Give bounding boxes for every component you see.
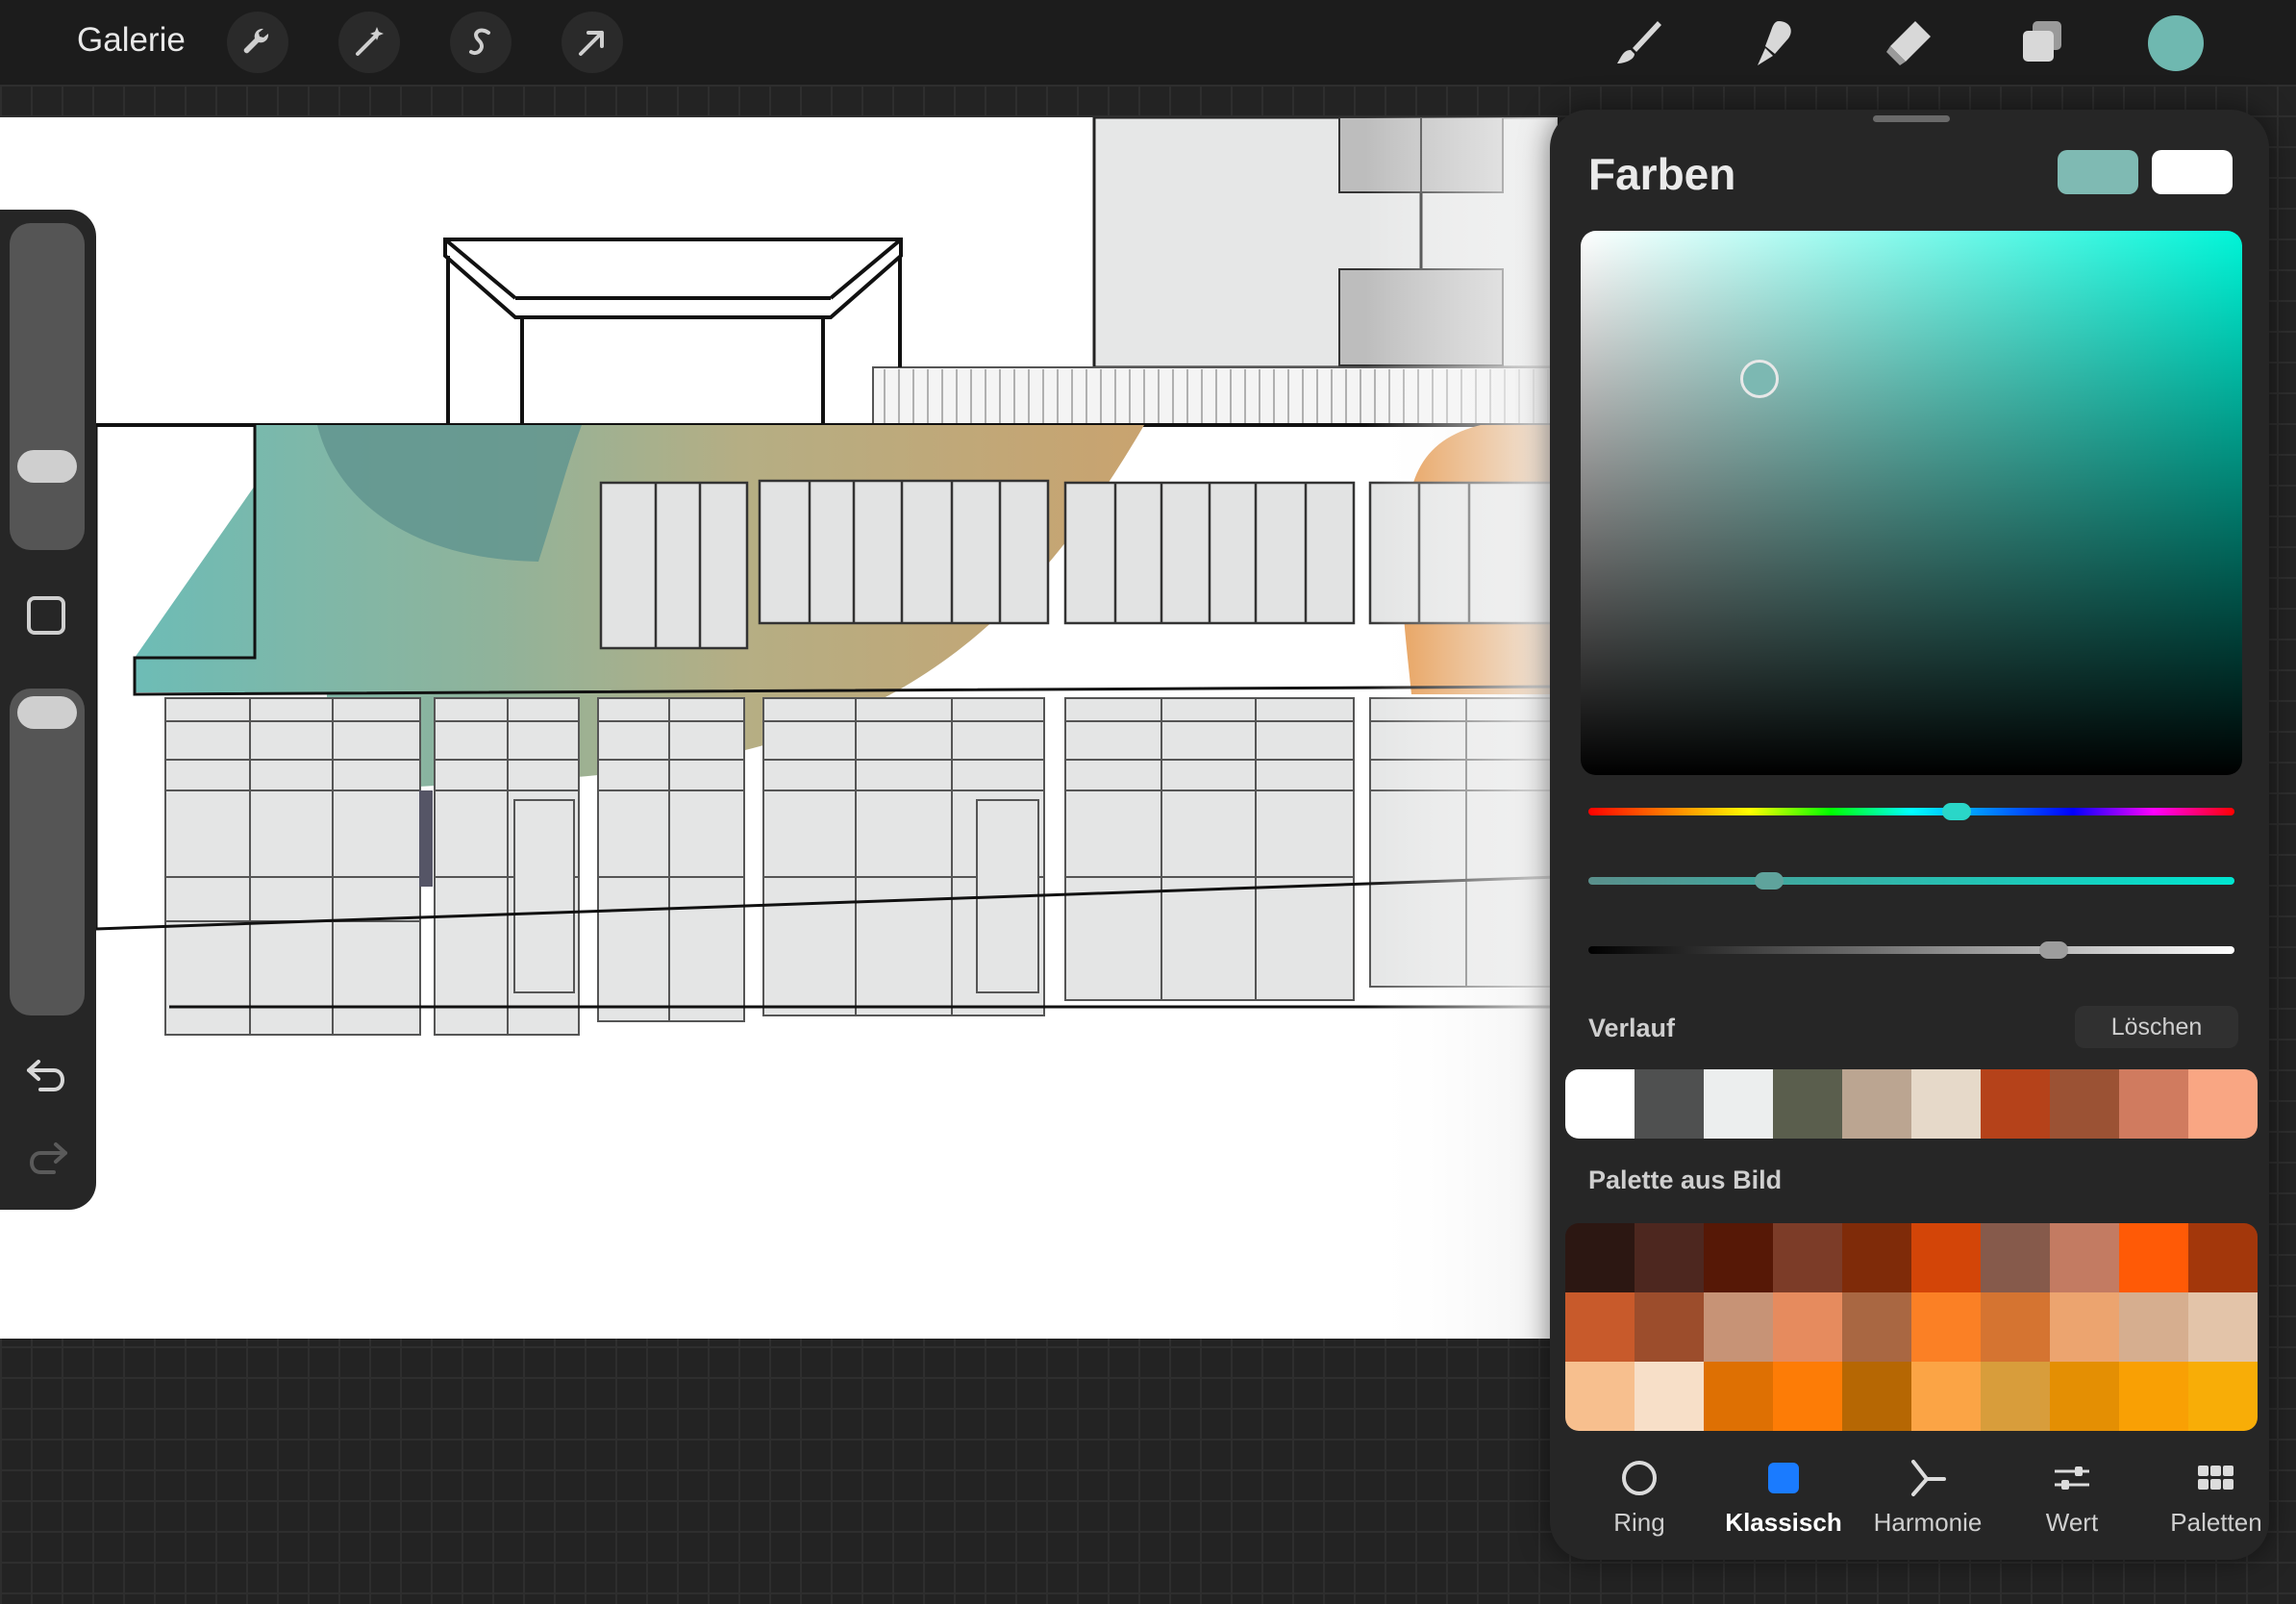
tab-value-label: Wert bbox=[2045, 1508, 2099, 1537]
palette-swatch[interactable] bbox=[1911, 1223, 1981, 1292]
palette-swatch[interactable] bbox=[1565, 1292, 1635, 1362]
tab-palettes[interactable]: Paletten bbox=[2144, 1456, 2288, 1552]
palette-swatch[interactable] bbox=[1981, 1362, 2050, 1431]
hue-slider[interactable] bbox=[1588, 808, 2234, 815]
tab-classic-label: Klassisch bbox=[1725, 1508, 1842, 1537]
current-color-swatch[interactable] bbox=[2058, 150, 2138, 194]
history-swatches bbox=[1565, 1069, 2258, 1139]
tab-harmony[interactable]: Harmonie bbox=[1856, 1456, 2000, 1552]
drawing-canvas[interactable] bbox=[0, 117, 1558, 1339]
history-swatch[interactable] bbox=[2050, 1069, 2119, 1139]
history-label: Verlauf bbox=[1588, 1014, 1676, 1042]
palette-swatch[interactable] bbox=[2050, 1362, 2119, 1431]
previous-color-swatch[interactable] bbox=[2152, 150, 2233, 194]
brush-icon[interactable] bbox=[1608, 12, 1669, 73]
history-swatch[interactable] bbox=[1842, 1069, 1911, 1139]
clear-history-button[interactable]: Löschen bbox=[2075, 1006, 2238, 1048]
top-toolbar: Galerie bbox=[0, 0, 2296, 85]
tab-palettes-label: Paletten bbox=[2170, 1508, 2262, 1537]
palette-swatch[interactable] bbox=[2119, 1292, 2188, 1362]
palette-swatch[interactable] bbox=[1565, 1362, 1635, 1431]
brightness-slider[interactable] bbox=[1588, 946, 2234, 954]
history-swatch[interactable] bbox=[2188, 1069, 2258, 1139]
panel-grabber[interactable] bbox=[1873, 115, 1950, 122]
history-swatch[interactable] bbox=[1704, 1069, 1773, 1139]
history-swatch[interactable] bbox=[1565, 1069, 1635, 1139]
history-swatch[interactable] bbox=[1635, 1069, 1704, 1139]
tab-harmony-label: Harmonie bbox=[1873, 1508, 1983, 1537]
history-swatch[interactable] bbox=[1911, 1069, 1981, 1139]
opacity-slider[interactable] bbox=[10, 689, 85, 1015]
history-swatch[interactable] bbox=[1773, 1069, 1842, 1139]
history-swatch[interactable] bbox=[1981, 1069, 2050, 1139]
undo-icon[interactable] bbox=[25, 1056, 69, 1099]
palette-swatch[interactable] bbox=[2188, 1362, 2258, 1431]
tab-ring-label: Ring bbox=[1613, 1508, 1665, 1537]
palette-swatch[interactable] bbox=[1635, 1223, 1704, 1292]
tab-ring[interactable]: Ring bbox=[1567, 1456, 1711, 1552]
value-sliders-icon bbox=[2050, 1456, 2094, 1500]
palette-swatches bbox=[1565, 1223, 2258, 1431]
palette-swatch[interactable] bbox=[1773, 1292, 1842, 1362]
smudge-icon[interactable] bbox=[1742, 12, 1804, 73]
saturation-slider[interactable] bbox=[1588, 877, 2234, 885]
palette-swatch[interactable] bbox=[1704, 1223, 1773, 1292]
palette-swatch[interactable] bbox=[1565, 1223, 1635, 1292]
palette-swatch[interactable] bbox=[1842, 1362, 1911, 1431]
colors-panel: Farben Verlauf Löschen Palette aus Bild … bbox=[1550, 110, 2269, 1560]
tab-classic[interactable]: Klassisch bbox=[1711, 1456, 1856, 1552]
palette-swatch[interactable] bbox=[2050, 1223, 2119, 1292]
redo-icon[interactable] bbox=[25, 1139, 69, 1182]
modify-square-button[interactable] bbox=[27, 596, 65, 635]
harmony-icon bbox=[1906, 1456, 1950, 1500]
palette-swatch[interactable] bbox=[2119, 1362, 2188, 1431]
transform-arrow-icon[interactable] bbox=[562, 12, 623, 73]
palette-swatch[interactable] bbox=[1911, 1362, 1981, 1431]
palette-swatch[interactable] bbox=[2188, 1292, 2258, 1362]
palette-swatch[interactable] bbox=[2119, 1223, 2188, 1292]
palettes-grid-icon bbox=[2194, 1456, 2238, 1500]
classic-square-icon bbox=[1761, 1456, 1806, 1500]
left-sidebar bbox=[0, 210, 96, 1210]
palette-swatch[interactable] bbox=[1704, 1362, 1773, 1431]
wrench-icon[interactable] bbox=[227, 12, 288, 73]
building-elevation-artwork bbox=[94, 117, 1558, 1339]
palette-swatch[interactable] bbox=[2188, 1223, 2258, 1292]
palette-swatch[interactable] bbox=[2050, 1292, 2119, 1362]
tab-value[interactable]: Wert bbox=[2000, 1456, 2144, 1552]
palette-swatch[interactable] bbox=[1635, 1362, 1704, 1431]
panel-title: Farben bbox=[1588, 149, 1736, 199]
palette-swatch[interactable] bbox=[1911, 1292, 1981, 1362]
brightness-slider-thumb[interactable] bbox=[2038, 941, 2068, 959]
eraser-icon[interactable] bbox=[1877, 12, 1938, 73]
gallery-button[interactable]: Galerie bbox=[77, 21, 186, 60]
selection-s-icon[interactable] bbox=[450, 12, 512, 73]
color-picker-button[interactable] bbox=[2148, 15, 2204, 71]
palette-swatch[interactable] bbox=[1842, 1292, 1911, 1362]
picker-handle[interactable] bbox=[1740, 360, 1779, 398]
magic-wand-icon[interactable] bbox=[338, 12, 400, 73]
color-mode-tabbar: Ring Klassisch Harmonie Wert Paletten bbox=[1550, 1446, 2269, 1560]
brush-size-slider[interactable] bbox=[10, 223, 85, 550]
saturation-slider-thumb[interactable] bbox=[1755, 872, 1784, 890]
opacity-slider-thumb[interactable] bbox=[17, 696, 77, 729]
palette-swatch[interactable] bbox=[1773, 1362, 1842, 1431]
palette-swatch[interactable] bbox=[1981, 1292, 2050, 1362]
palette-swatch[interactable] bbox=[1635, 1292, 1704, 1362]
hue-slider-thumb[interactable] bbox=[1942, 803, 1972, 820]
saturation-brightness-picker[interactable] bbox=[1581, 231, 2242, 775]
brush-size-slider-thumb[interactable] bbox=[17, 450, 77, 483]
ring-icon bbox=[1617, 1456, 1661, 1500]
palette-swatch[interactable] bbox=[1842, 1223, 1911, 1292]
layers-icon[interactable] bbox=[2011, 12, 2073, 73]
palette-swatch[interactable] bbox=[1773, 1223, 1842, 1292]
palette-swatch[interactable] bbox=[1981, 1223, 2050, 1292]
history-swatch[interactable] bbox=[2119, 1069, 2188, 1139]
palette-swatch[interactable] bbox=[1704, 1292, 1773, 1362]
palette-label: Palette aus Bild bbox=[1588, 1165, 1783, 1194]
